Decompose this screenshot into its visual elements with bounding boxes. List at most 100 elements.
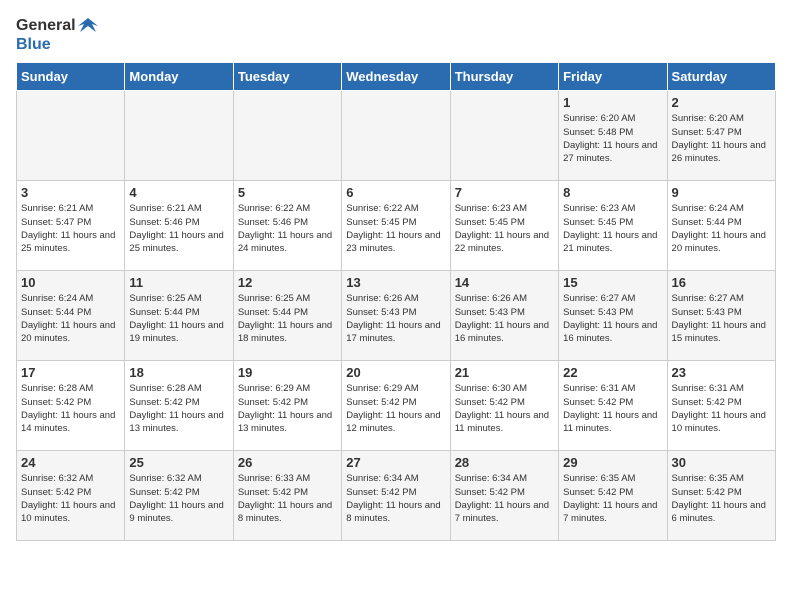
day-number: 9 — [672, 185, 771, 200]
calendar-cell: 12 Sunrise: 6:25 AM Sunset: 5:44 PM Dayli… — [233, 271, 341, 361]
day-info: Sunrise: 6:27 AM Sunset: 5:43 PM Dayligh… — [563, 292, 662, 345]
calendar-cell: 19 Sunrise: 6:29 AM Sunset: 5:42 PM Dayli… — [233, 361, 341, 451]
day-number: 27 — [346, 455, 445, 470]
day-info: Sunrise: 6:23 AM Sunset: 5:45 PM Dayligh… — [563, 202, 662, 255]
day-number: 2 — [672, 95, 771, 110]
day-number: 29 — [563, 455, 662, 470]
logo-bird-icon — [78, 16, 100, 36]
day-number: 16 — [672, 275, 771, 290]
calendar-cell — [125, 91, 233, 181]
calendar-cell: 8 Sunrise: 6:23 AM Sunset: 5:45 PM Daylig… — [559, 181, 667, 271]
day-info: Sunrise: 6:34 AM Sunset: 5:42 PM Dayligh… — [455, 472, 554, 525]
day-info: Sunrise: 6:29 AM Sunset: 5:42 PM Dayligh… — [346, 382, 445, 435]
day-info: Sunrise: 6:35 AM Sunset: 5:42 PM Dayligh… — [563, 472, 662, 525]
calendar-cell — [17, 91, 125, 181]
day-number: 21 — [455, 365, 554, 380]
calendar-cell: 26Sunrise: 6:33 AM Sunset: 5:42 PM Dayli… — [233, 451, 341, 541]
day-info: Sunrise: 6:20 AM Sunset: 5:48 PM Dayligh… — [563, 112, 662, 165]
day-info: Sunrise: 6:29 AM Sunset: 5:42 PM Dayligh… — [238, 382, 337, 435]
day-number: 24 — [21, 455, 120, 470]
calendar-cell: 21 Sunrise: 6:30 AM Sunset: 5:42 PM Dayli… — [450, 361, 558, 451]
header-wednesday: Wednesday — [342, 63, 450, 91]
week-row: 24 Sunrise: 6:32 AM Sunset: 5:42 PM Dayli… — [17, 451, 776, 541]
day-number: 19 — [238, 365, 337, 380]
day-info: Sunrise: 6:34 AM Sunset: 5:42 PM Dayligh… — [346, 472, 445, 525]
day-number: 30 — [672, 455, 771, 470]
week-row: 3 Sunrise: 6:21 AM Sunset: 5:47 PM Daylig… — [17, 181, 776, 271]
calendar-cell: 30 Sunrise: 6:35 AM Sunset: 5:42 PM Dayli… — [667, 451, 775, 541]
day-number: 25 — [129, 455, 228, 470]
day-info: Sunrise: 6:25 AM Sunset: 5:44 PM Dayligh… — [238, 292, 337, 345]
day-number: 10 — [21, 275, 120, 290]
calendar-cell: 24 Sunrise: 6:32 AM Sunset: 5:42 PM Dayli… — [17, 451, 125, 541]
day-info: Sunrise: 6:24 AM Sunset: 5:44 PM Dayligh… — [21, 292, 120, 345]
calendar-table: SundayMondayTuesdayWednesdayThursdayFrid… — [16, 62, 776, 541]
calendar-cell: 23Sunrise: 6:31 AM Sunset: 5:42 PM Dayli… — [667, 361, 775, 451]
day-number: 8 — [563, 185, 662, 200]
calendar-cell: 28 Sunrise: 6:34 AM Sunset: 5:42 PM Dayli… — [450, 451, 558, 541]
day-info: Sunrise: 6:26 AM Sunset: 5:43 PM Dayligh… — [346, 292, 445, 345]
calendar-cell: 15 Sunrise: 6:27 AM Sunset: 5:43 PM Dayli… — [559, 271, 667, 361]
calendar-cell: 22Sunrise: 6:31 AM Sunset: 5:42 PM Dayli… — [559, 361, 667, 451]
day-number: 14 — [455, 275, 554, 290]
day-number: 18 — [129, 365, 228, 380]
calendar-cell: 2 Sunrise: 6:20 AM Sunset: 5:47 PM Daylig… — [667, 91, 775, 181]
day-info: Sunrise: 6:24 AM Sunset: 5:44 PM Dayligh… — [672, 202, 771, 255]
day-number: 26 — [238, 455, 337, 470]
day-info: Sunrise: 6:28 AM Sunset: 5:42 PM Dayligh… — [21, 382, 120, 435]
week-row: 1Sunrise: 6:20 AM Sunset: 5:48 PM Daylig… — [17, 91, 776, 181]
calendar-cell: 20 Sunrise: 6:29 AM Sunset: 5:42 PM Dayli… — [342, 361, 450, 451]
day-number: 4 — [129, 185, 228, 200]
header-row: SundayMondayTuesdayWednesdayThursdayFrid… — [17, 63, 776, 91]
calendar-cell: 18 Sunrise: 6:28 AM Sunset: 5:42 PM Dayli… — [125, 361, 233, 451]
calendar-cell: 27 Sunrise: 6:34 AM Sunset: 5:42 PM Dayli… — [342, 451, 450, 541]
calendar-cell: 5 Sunrise: 6:22 AM Sunset: 5:46 PM Daylig… — [233, 181, 341, 271]
day-info: Sunrise: 6:30 AM Sunset: 5:42 PM Dayligh… — [455, 382, 554, 435]
calendar-cell: 16Sunrise: 6:27 AM Sunset: 5:43 PM Dayli… — [667, 271, 775, 361]
calendar-cell: 11 Sunrise: 6:25 AM Sunset: 5:44 PM Dayli… — [125, 271, 233, 361]
calendar-cell: 7 Sunrise: 6:23 AM Sunset: 5:45 PM Daylig… — [450, 181, 558, 271]
day-number: 5 — [238, 185, 337, 200]
day-info: Sunrise: 6:25 AM Sunset: 5:44 PM Dayligh… — [129, 292, 228, 345]
day-number: 28 — [455, 455, 554, 470]
calendar-cell: 29 Sunrise: 6:35 AM Sunset: 5:42 PM Dayli… — [559, 451, 667, 541]
calendar-cell: 9 Sunrise: 6:24 AM Sunset: 5:44 PM Daylig… — [667, 181, 775, 271]
day-number: 3 — [21, 185, 120, 200]
day-info: Sunrise: 6:28 AM Sunset: 5:42 PM Dayligh… — [129, 382, 228, 435]
day-info: Sunrise: 6:31 AM Sunset: 5:42 PM Dayligh… — [563, 382, 662, 435]
day-number: 12 — [238, 275, 337, 290]
page-header: General Blue — [16, 16, 776, 54]
calendar-cell: 10 Sunrise: 6:24 AM Sunset: 5:44 PM Dayli… — [17, 271, 125, 361]
calendar-cell: 13 Sunrise: 6:26 AM Sunset: 5:43 PM Dayli… — [342, 271, 450, 361]
calendar-cell: 17 Sunrise: 6:28 AM Sunset: 5:42 PM Dayli… — [17, 361, 125, 451]
day-info: Sunrise: 6:31 AM Sunset: 5:42 PM Dayligh… — [672, 382, 771, 435]
day-number: 11 — [129, 275, 228, 290]
calendar-cell: 3 Sunrise: 6:21 AM Sunset: 5:47 PM Daylig… — [17, 181, 125, 271]
day-info: Sunrise: 6:32 AM Sunset: 5:42 PM Dayligh… — [129, 472, 228, 525]
calendar-cell: 25 Sunrise: 6:32 AM Sunset: 5:42 PM Dayli… — [125, 451, 233, 541]
calendar-cell: 4 Sunrise: 6:21 AM Sunset: 5:46 PM Daylig… — [125, 181, 233, 271]
day-info: Sunrise: 6:21 AM Sunset: 5:47 PM Dayligh… — [21, 202, 120, 255]
day-info: Sunrise: 6:20 AM Sunset: 5:47 PM Dayligh… — [672, 112, 771, 165]
day-info: Sunrise: 6:23 AM Sunset: 5:45 PM Dayligh… — [455, 202, 554, 255]
logo-text-block: General Blue — [16, 16, 100, 54]
day-info: Sunrise: 6:21 AM Sunset: 5:46 PM Dayligh… — [129, 202, 228, 255]
calendar-cell — [342, 91, 450, 181]
header-friday: Friday — [559, 63, 667, 91]
day-number: 20 — [346, 365, 445, 380]
calendar-cell: 1Sunrise: 6:20 AM Sunset: 5:48 PM Daylig… — [559, 91, 667, 181]
header-thursday: Thursday — [450, 63, 558, 91]
calendar-cell — [450, 91, 558, 181]
day-number: 6 — [346, 185, 445, 200]
day-info: Sunrise: 6:32 AM Sunset: 5:42 PM Dayligh… — [21, 472, 120, 525]
day-number: 13 — [346, 275, 445, 290]
header-monday: Monday — [125, 63, 233, 91]
week-row: 10 Sunrise: 6:24 AM Sunset: 5:44 PM Dayli… — [17, 271, 776, 361]
day-number: 7 — [455, 185, 554, 200]
day-info: Sunrise: 6:22 AM Sunset: 5:46 PM Dayligh… — [238, 202, 337, 255]
day-info: Sunrise: 6:26 AM Sunset: 5:43 PM Dayligh… — [455, 292, 554, 345]
day-number: 17 — [21, 365, 120, 380]
logo: General Blue — [16, 16, 100, 54]
day-info: Sunrise: 6:35 AM Sunset: 5:42 PM Dayligh… — [672, 472, 771, 525]
day-number: 15 — [563, 275, 662, 290]
